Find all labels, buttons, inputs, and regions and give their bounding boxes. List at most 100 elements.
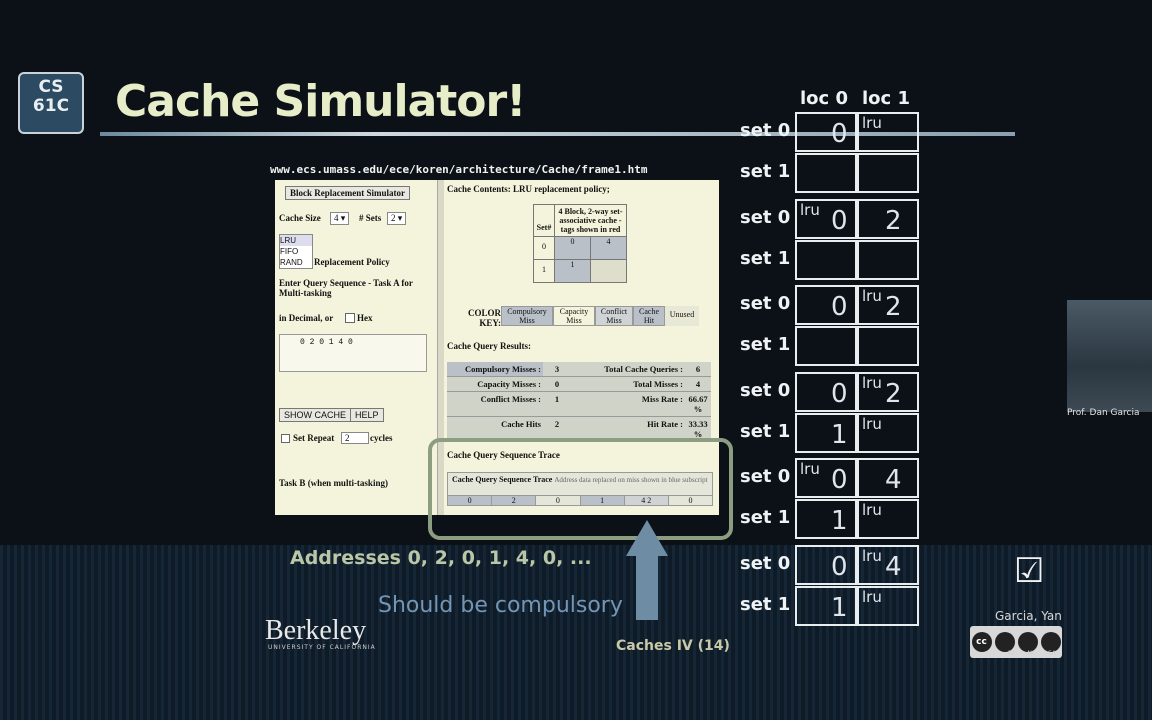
policy-label: Replacement Policy [314,257,390,267]
cache-cell: 1 [795,585,857,626]
cell-value: 2 [885,378,902,409]
query-label: Enter Query Sequence - Task A for Multi-… [279,278,413,298]
cache-cell: lru [857,112,919,152]
policy-rand[interactable]: RAND [280,257,312,268]
task-b-label: Task B (when multi-tasking) [279,478,388,488]
results-table: Compulsory Misses : 3 Total Cache Querie… [447,362,711,441]
row-cell-2 [591,260,626,282]
cs61c-logo: CS 61C [18,72,84,134]
cache-state: set 0 set 1 0 2 lru 1 lru [740,371,940,454]
result-label: Compulsory Misses : [447,362,543,376]
note-text: Should be compulsory [378,593,623,618]
desc-header: 4 Block, 2-way set-associative cache - t… [558,207,623,234]
col-header-loc0: loc 0 [800,88,848,109]
set1-label: set 1 [740,247,791,269]
sa-icon [1040,632,1061,652]
cache-cell [857,326,919,366]
cycles-label: cycles [370,433,393,443]
sets-select[interactable]: 2 ▾ [387,212,407,225]
cache-cell: 0 lru [795,458,857,498]
result-value: 4 [695,379,701,389]
nc-icon [1017,632,1038,652]
set1-label: set 1 [740,161,791,182]
cache-cell: 2 lru [857,371,919,412]
set0-label: set 0 [740,293,791,314]
lru-marker: lru [800,460,820,478]
cache-cell: 2 lru [857,285,919,325]
set0-label: set 0 [740,379,791,401]
cell-value: 2 [885,292,902,322]
color-key-label: COLOR KEY: [467,308,501,328]
cache-cell: 0 [795,544,857,585]
cc-label-sa: SA [1047,650,1057,657]
cell-value: 4 [885,551,902,582]
berkeley-logo: Berkeley [265,615,367,646]
lru-marker: lru [862,287,882,305]
policy-list[interactable]: LRU FIFO RAND [279,234,313,269]
cache-cell: 2 [857,198,919,239]
cell-value: 0 [831,205,848,236]
cache-state: set 0 set 1 0 lru 4 1 lru [740,458,940,540]
lru-marker: lru [862,114,882,132]
addresses-text: Addresses 0, 2, 0, 1, 4, 0, ... [290,547,592,569]
color-key: Compulsory Miss Capacity Miss Conflict M… [501,306,699,326]
trace-highlight [428,438,733,540]
repeat-input[interactable]: 2 [341,432,369,444]
help-button[interactable]: HELP [350,408,384,422]
hex-checkbox[interactable] [345,313,355,323]
set-header: Set# [534,205,555,236]
author-footer: Garcia, Yan [995,609,1062,623]
cell-value: 4 [885,465,902,495]
key-unused: Unused [665,306,699,326]
set1-label: set 1 [740,420,791,442]
cache-cell: 1 [795,412,857,453]
cache-cell: 0 [795,371,857,412]
table-row: Capacity Misses : 0 Total Misses : 4 [447,377,711,392]
by-icon [994,632,1015,652]
results-title: Cache Query Results: [447,341,531,351]
sets-value: 2 [391,213,396,223]
result-value: 3 [554,364,560,374]
set-repeat-checkbox[interactable] [281,434,290,443]
query-input[interactable]: 0 2 0 1 4 0 [279,334,427,372]
table-row: Conflict Misses : 1 Miss Rate : 66.67 % [447,392,711,417]
col-header-loc1: loc 1 [862,88,910,109]
arrow-up-icon [626,520,668,556]
cc-label-nc: NC [1027,650,1037,657]
cache-size-label: Cache Size [279,213,321,223]
cache-cell: 0 [795,112,857,152]
row-cell-2: 4 [591,237,626,259]
result-label: Capacity Misses : [477,379,541,389]
cache-cell [795,153,857,193]
cell-value: 0 [831,119,848,149]
set0-label: set 0 [740,206,791,228]
result-value: 1 [554,394,560,404]
policy-lru[interactable]: LRU [280,235,312,246]
arrow-shaft [636,555,658,620]
cell-value: 1 [831,592,848,623]
policy-fifo[interactable]: FIFO [280,246,312,257]
cache-state: set 0 set 1 0 4 lru 1 lru [740,544,940,627]
cache-size-select[interactable]: 4 ▾ [330,212,350,225]
berkeley-sub: UNIVERSITY OF CALIFORNIA [268,644,376,651]
set-repeat-label: Set Repeat [293,433,335,443]
block-replacement-button[interactable]: Block Replacement Simulator [285,186,410,200]
cc-label-by: BY [1007,650,1016,657]
lru-marker: lru [800,200,820,219]
set0-label: set 0 [740,120,791,141]
lru-marker: lru [862,373,882,392]
key-capacity: Capacity Miss [553,306,595,326]
cell-value: 0 [831,378,848,409]
cc-icon: cc [971,632,992,652]
cache-cell [795,326,857,366]
key-compulsory: Compulsory Miss [501,306,553,326]
show-cache-button[interactable]: SHOW CACHE [279,408,352,422]
lecture-footer: Caches IV (14) [616,638,730,654]
lru-cache-diagram: loc 0 loc 1 set 0 set 1 0 lru set 0 set 1 0 lru 2 s… [740,88,940,636]
row-set: 0 [534,237,555,259]
cache-cell [857,153,919,193]
lru-marker: lru [862,414,882,433]
speaker-video [1067,300,1152,412]
cache-cell: 1 [795,499,857,539]
cell-value: 0 [831,292,848,322]
